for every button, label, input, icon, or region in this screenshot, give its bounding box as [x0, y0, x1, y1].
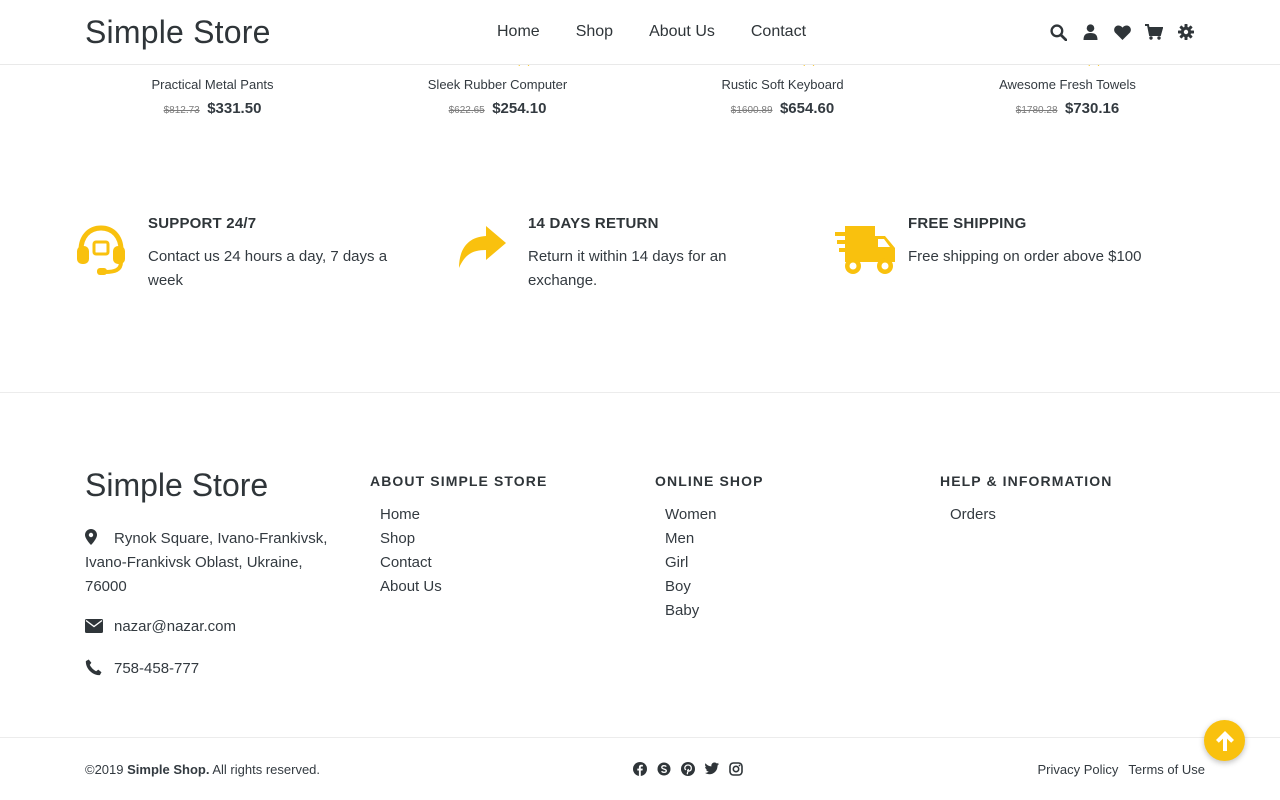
delivery-truck-icon [835, 212, 908, 282]
scroll-to-top-button[interactable] [1204, 720, 1245, 761]
copyright-brand: Simple Shop. [127, 762, 210, 777]
feature-text: Free shipping on order above $100 [908, 248, 1142, 265]
phone-icon [85, 657, 114, 684]
email-row: nazar@nazar.com [85, 615, 345, 641]
twitter-icon[interactable] [705, 762, 719, 776]
privacy-policy-link[interactable]: Privacy Policy [1038, 762, 1119, 777]
terms-of-use-link[interactable]: Terms of Use [1128, 762, 1205, 777]
footer-col-title: ABOUT SIMPLE STORE [370, 473, 548, 489]
facebook-icon[interactable] [633, 762, 647, 776]
nav-about-us[interactable]: About Us [649, 23, 715, 41]
phone-row: 758-458-777 [85, 657, 345, 684]
user-icon[interactable] [1081, 23, 1099, 41]
product-card[interactable]: ☆☆☆☆☆ (2) Sleek Rubber Computer $622.65 … [355, 56, 640, 118]
footer-divider [0, 737, 1280, 738]
product-price: $1600.89 $654.60 [640, 100, 925, 118]
site-logo[interactable]: Simple Store [85, 14, 271, 51]
pinterest-icon[interactable] [681, 762, 695, 776]
footer-link-contact[interactable]: Contact [380, 551, 547, 575]
product-card[interactable]: ☆☆☆☆☆ (2) Rustic Soft Keyboard $1600.89 … [640, 56, 925, 118]
instagram-icon[interactable] [729, 762, 743, 776]
product-name[interactable]: Rustic Soft Keyboard [640, 77, 925, 92]
feature-return: 14 DAYS RETURN Return it within 14 days … [455, 212, 835, 293]
features-section: SUPPORT 24/7 Contact us 24 hours a day, … [75, 212, 1215, 293]
old-price: $1600.89 [730, 105, 773, 116]
legal-links: Privacy Policy Terms of Use [1038, 762, 1206, 777]
footer-link-men[interactable]: Men [665, 527, 764, 551]
heart-icon[interactable] [1113, 23, 1131, 41]
arrow-up-icon [1215, 730, 1234, 751]
gear-icon[interactable] [1177, 23, 1195, 41]
address-text: Rynok Square, Ivano-Frankivsk, Ivano-Fra… [85, 530, 328, 595]
old-price: $1780.28 [1015, 105, 1058, 116]
footer-link-shop[interactable]: Shop [380, 527, 547, 551]
product-name[interactable]: Awesome Fresh Towels [925, 77, 1210, 92]
footer-link-baby[interactable]: Baby [665, 599, 764, 623]
feature-title: 14 DAYS RETURN [528, 215, 659, 232]
section-divider [0, 392, 1280, 393]
product-price: $622.65 $254.10 [355, 100, 640, 118]
feature-title: SUPPORT 24/7 [148, 215, 257, 232]
footer-col-online-shop: ONLINE SHOP Women Men Girl Boy Baby [655, 473, 764, 623]
product-name[interactable]: Practical Metal Pants [70, 77, 355, 92]
address-row: Rynok Square, Ivano-Frankivsk, Ivano-Fra… [85, 527, 345, 599]
headset-icon [75, 212, 148, 282]
footer-link-orders[interactable]: Orders [950, 503, 1113, 527]
share-arrow-icon [455, 212, 528, 282]
footer-col-help: HELP & INFORMATION Orders [940, 473, 1113, 527]
map-marker-icon [85, 527, 114, 553]
product-card[interactable]: ☆☆☆☆☆ No reviews Practical Metal Pants $… [70, 56, 355, 118]
footer-link-women[interactable]: Women [665, 503, 764, 527]
footer-col-about: ABOUT SIMPLE STORE Home Shop Contact Abo… [370, 473, 547, 599]
old-price: $622.65 [448, 105, 485, 116]
nav-contact[interactable]: Contact [751, 23, 806, 41]
email-text[interactable]: nazar@nazar.com [114, 615, 236, 641]
copyright-year: ©2019 [85, 762, 124, 777]
product-price: $1780.28 $730.16 [925, 100, 1210, 118]
footer-logo[interactable]: Simple Store [85, 467, 268, 504]
envelope-icon [85, 615, 114, 641]
site-header: Simple Store Home Shop About Us Contact [0, 0, 1280, 65]
feature-text: Return it within 14 days for an exchange… [528, 248, 727, 289]
copyright: ©2019 Simple Shop. All rights reserved. [85, 762, 320, 777]
skype-icon[interactable] [657, 762, 671, 776]
feature-text: Contact us 24 hours a day, 7 days a week [148, 248, 388, 289]
product-name[interactable]: Sleek Rubber Computer [355, 77, 640, 92]
main-nav: Home Shop About Us Contact [497, 23, 806, 41]
feature-title: FREE SHIPPING [908, 215, 1027, 232]
cart-icon[interactable] [1145, 23, 1163, 41]
product-card[interactable]: ☆☆☆☆☆ (1) Awesome Fresh Towels $1780.28 … [925, 56, 1210, 118]
feature-support: SUPPORT 24/7 Contact us 24 hours a day, … [75, 212, 455, 293]
header-actions [1049, 23, 1195, 41]
search-icon[interactable] [1049, 23, 1067, 41]
sale-price: $254.10 [492, 100, 547, 117]
phone-text[interactable]: 758-458-777 [114, 657, 199, 684]
footer-link-about-us[interactable]: About Us [380, 575, 547, 599]
social-links [633, 762, 743, 776]
footer-col-title: ONLINE SHOP [655, 473, 764, 489]
footer-link-girl[interactable]: Girl [665, 551, 764, 575]
product-price: $812.73 $331.50 [70, 100, 355, 118]
product-grid: ☆☆☆☆☆ No reviews Practical Metal Pants $… [70, 56, 1210, 118]
nav-shop[interactable]: Shop [576, 23, 613, 41]
footer-col-title: HELP & INFORMATION [940, 473, 1113, 489]
sale-price: $730.16 [1064, 100, 1120, 117]
nav-home[interactable]: Home [497, 23, 540, 41]
footer-link-boy[interactable]: Boy [665, 575, 764, 599]
old-price: $812.73 [163, 105, 200, 116]
copyright-text: All rights reserved. [212, 762, 321, 777]
sale-price: $331.50 [207, 100, 262, 117]
footer-link-home[interactable]: Home [380, 503, 547, 527]
sale-price: $654.60 [779, 100, 835, 117]
footer-contact: Rynok Square, Ivano-Frankivsk, Ivano-Fra… [85, 527, 345, 684]
feature-shipping: FREE SHIPPING Free shipping on order abo… [835, 212, 1215, 293]
